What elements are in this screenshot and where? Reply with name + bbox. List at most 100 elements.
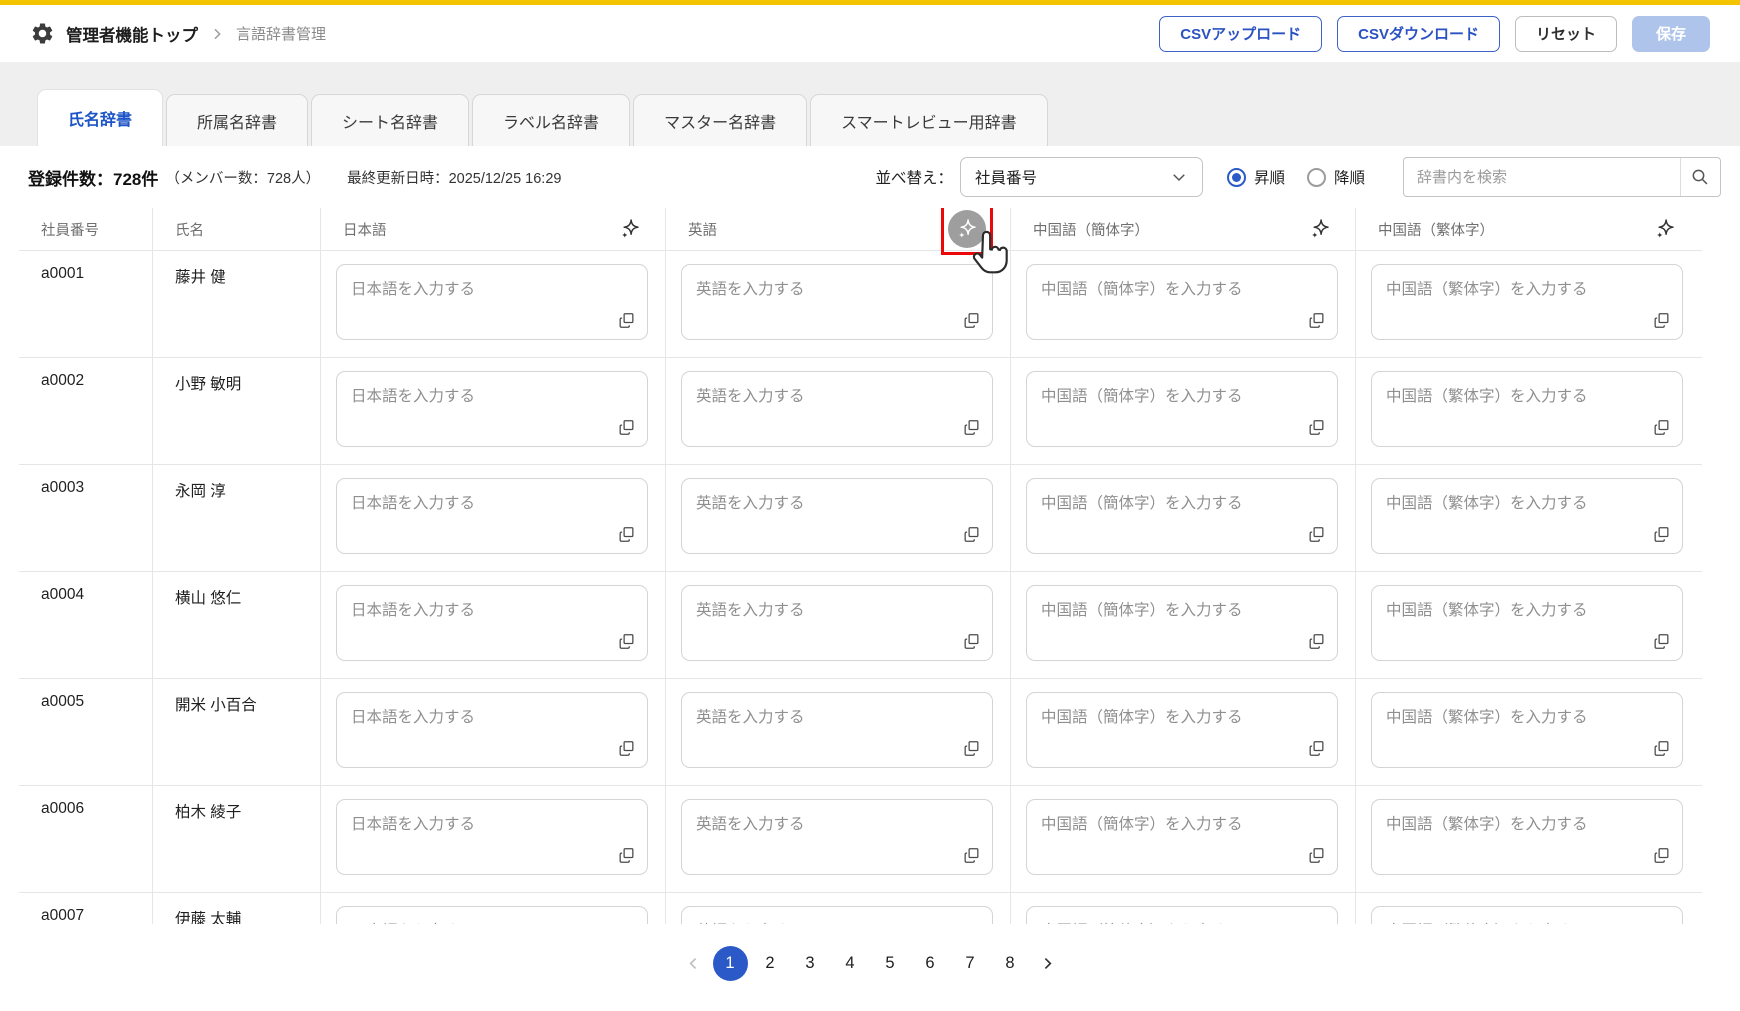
ja-input[interactable]: 日本語を入力する — [336, 371, 648, 447]
descending-radio[interactable]: 降順 — [1307, 166, 1365, 188]
ai-translate-control: AI翻訳 — [948, 210, 986, 248]
expand-cell-icon[interactable] — [1307, 311, 1326, 330]
zh_hant-input[interactable]: 中国語（繁体字）を入力する — [1371, 371, 1683, 447]
tab-name[interactable]: 氏名辞書 — [37, 89, 163, 146]
ai-sparkle-icon[interactable] — [956, 218, 978, 240]
zh_hans-input[interactable]: 中国語（簡体字）を入力する — [1026, 371, 1338, 447]
expand-cell-icon[interactable] — [1307, 418, 1326, 437]
en-input[interactable]: 英語を入力する — [681, 585, 993, 661]
cell-zh_hant: 中国語（繁体字）を入力する — [1355, 893, 1700, 924]
cell-zh_hans: 中国語（簡体字）を入力する — [1010, 679, 1355, 785]
ja-input[interactable]: 日本語を入力する — [336, 906, 648, 924]
zh_hans-input[interactable]: 中国語（簡体字）を入力する — [1026, 478, 1338, 554]
expand-cell-icon[interactable] — [962, 418, 981, 437]
expand-cell-icon[interactable] — [617, 418, 636, 437]
csv-upload-button[interactable]: CSVアップロード — [1159, 16, 1322, 52]
page-4[interactable]: 4 — [830, 943, 870, 983]
expand-cell-icon[interactable] — [962, 311, 981, 330]
ja-input[interactable]: 日本語を入力する — [336, 692, 648, 768]
en-input[interactable]: 英語を入力する — [681, 692, 993, 768]
tab-smart-review[interactable]: スマートレビュー用辞書 — [810, 94, 1048, 146]
zh_hans-input[interactable]: 中国語（簡体字）を入力する — [1026, 264, 1338, 340]
zh_hant-input[interactable]: 中国語（繁体字）を入力する — [1371, 906, 1683, 924]
expand-cell-icon[interactable] — [617, 525, 636, 544]
ja-input[interactable]: 日本語を入力する — [336, 264, 648, 340]
zh_hans-input[interactable]: 中国語（簡体字）を入力する — [1026, 906, 1338, 924]
prev-page-icon[interactable] — [676, 943, 710, 983]
page-5[interactable]: 5 — [870, 943, 910, 983]
reset-button[interactable]: リセット — [1515, 16, 1617, 52]
zh_hant-input[interactable]: 中国語（繁体字）を入力する — [1371, 264, 1683, 340]
expand-cell-icon[interactable] — [1652, 418, 1671, 437]
breadcrumb-root[interactable]: 管理者機能トップ — [66, 22, 198, 46]
ascending-label: 昇順 — [1254, 166, 1285, 188]
zh_hant-input[interactable]: 中国語（繁体字）を入力する — [1371, 799, 1683, 875]
page-2[interactable]: 2 — [750, 943, 790, 983]
tab-department[interactable]: 所属名辞書 — [166, 94, 308, 146]
page-1[interactable]: 1 — [713, 946, 748, 981]
ja-input[interactable]: 日本語を入力する — [336, 799, 648, 875]
expand-cell-icon[interactable] — [617, 739, 636, 758]
column-header-zh_hans: 中国語（簡体字） — [1010, 208, 1355, 250]
column-header-name: 氏名 — [152, 208, 320, 250]
expand-cell-icon[interactable] — [1307, 632, 1326, 651]
ai-sparkle-icon[interactable] — [1309, 218, 1331, 240]
expand-cell-icon[interactable] — [1652, 632, 1671, 651]
expand-cell-icon[interactable] — [1652, 739, 1671, 758]
next-page-icon[interactable] — [1030, 943, 1064, 983]
page-3[interactable]: 3 — [790, 943, 830, 983]
zh_hant-input[interactable]: 中国語（繁体字）を入力する — [1371, 478, 1683, 554]
expand-cell-icon[interactable] — [617, 311, 636, 330]
ja-input[interactable]: 日本語を入力する — [336, 585, 648, 661]
table-body: a0001藤井 健日本語を入力する 英語を入力する 中国語（簡体字）を入力する … — [19, 250, 1702, 924]
save-button[interactable]: 保存 — [1632, 16, 1710, 52]
column-header-en: 英語AI翻訳 — [665, 208, 1010, 250]
ai-sparkle-icon[interactable] — [1654, 218, 1676, 240]
ai-translate-button[interactable] — [948, 210, 986, 248]
cell-en: 英語を入力する — [665, 465, 1010, 571]
tab-label[interactable]: ラベル名辞書 — [472, 94, 630, 146]
csv-download-button[interactable]: CSVダウンロード — [1337, 16, 1500, 52]
expand-cell-icon[interactable] — [962, 525, 981, 544]
expand-cell-icon[interactable] — [1652, 525, 1671, 544]
zh_hant-input[interactable]: 中国語（繁体字）を入力する — [1371, 692, 1683, 768]
zh_hans-input[interactable]: 中国語（簡体字）を入力する — [1026, 692, 1338, 768]
cell-zh_hant: 中国語（繁体字）を入力する — [1355, 465, 1700, 571]
employee-id: a0006 — [19, 786, 152, 892]
ja-input[interactable]: 日本語を入力する — [336, 478, 648, 554]
en-input[interactable]: 英語を入力する — [681, 478, 993, 554]
en-input[interactable]: 英語を入力する — [681, 371, 993, 447]
en-input[interactable]: 英語を入力する — [681, 264, 993, 340]
table-row-a0007: a0007伊藤 太輔日本語を入力する 英語を入力する 中国語（簡体字）を入力する… — [19, 892, 1702, 924]
expand-cell-icon[interactable] — [1307, 846, 1326, 865]
page-8[interactable]: 8 — [990, 943, 1030, 983]
expand-cell-icon[interactable] — [617, 632, 636, 651]
zh_hans-input[interactable]: 中国語（簡体字）を入力する — [1026, 585, 1338, 661]
expand-cell-icon[interactable] — [1652, 846, 1671, 865]
expand-cell-icon[interactable] — [1307, 739, 1326, 758]
page-6[interactable]: 6 — [910, 943, 950, 983]
search-icon[interactable] — [1690, 167, 1710, 187]
en-input[interactable]: 英語を入力する — [681, 799, 993, 875]
search-input[interactable] — [1417, 169, 1674, 186]
expand-cell-icon[interactable] — [962, 632, 981, 651]
en-input[interactable]: 英語を入力する — [681, 906, 993, 924]
cell-ja: 日本語を入力する — [320, 893, 665, 924]
expand-cell-icon[interactable] — [1307, 525, 1326, 544]
tab-sheet[interactable]: シート名辞書 — [311, 94, 469, 146]
expand-cell-icon[interactable] — [962, 846, 981, 865]
sort-select[interactable]: 社員番号 — [960, 157, 1203, 197]
header-actions: CSVアップロード CSVダウンロード リセット 保存 — [1159, 16, 1710, 52]
expand-cell-icon[interactable] — [617, 846, 636, 865]
ai-sparkle-icon[interactable] — [619, 218, 641, 240]
expand-cell-icon[interactable] — [962, 739, 981, 758]
employee-name: 横山 悠仁 — [152, 572, 320, 678]
ascending-radio[interactable]: 昇順 — [1227, 166, 1285, 188]
page-7[interactable]: 7 — [950, 943, 990, 983]
sort-label: 並べ替え： — [875, 166, 953, 188]
expand-cell-icon[interactable] — [1652, 311, 1671, 330]
zh_hans-input[interactable]: 中国語（簡体字）を入力する — [1026, 799, 1338, 875]
zh_hant-input[interactable]: 中国語（繁体字）を入力する — [1371, 585, 1683, 661]
tab-master[interactable]: マスター名辞書 — [633, 94, 807, 146]
record-count: 登録件数：728件 — [28, 165, 158, 190]
